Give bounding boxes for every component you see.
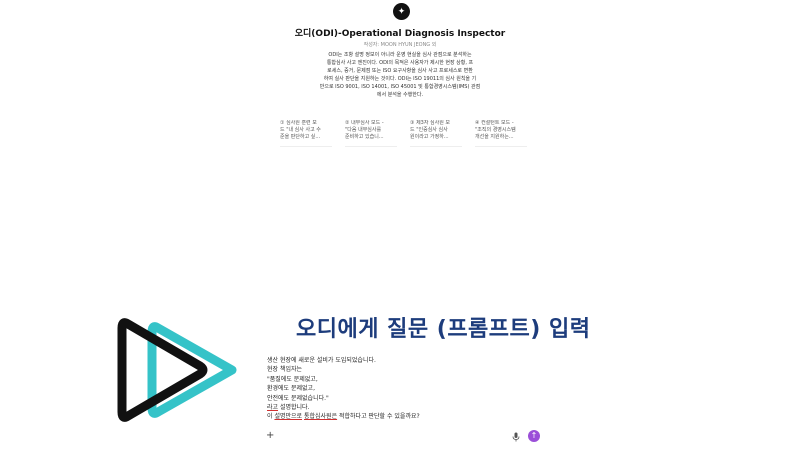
play-logo-icon xyxy=(117,318,237,422)
microphone-icon[interactable] xyxy=(512,432,520,442)
gpt-landing-panel: ✦ 오디(ODI)-Operational Diagnosis Inspecto… xyxy=(0,0,800,300)
starter-card-1[interactable]: ① 심사원 훈련 모 드 "내 심사 사고 수 준을 판단하고 싶... xyxy=(280,120,332,147)
prompt-line: 이 설명만으로 통합심사원은 적합하다고 판단할 수 있을까요? xyxy=(267,412,537,421)
send-button[interactable]: ↑ xyxy=(528,430,540,442)
prompt-text-span: 설명합니다. xyxy=(278,404,310,412)
starter-line: 준비하고 있습니... xyxy=(345,134,384,140)
gpt-title: 오디(ODI)-Operational Diagnosis Inspector xyxy=(294,29,506,39)
conversation-starters: ① 심사원 훈련 모 드 "내 심사 사고 수 준을 판단하고 싶... ② 내… xyxy=(0,120,800,150)
spellcheck-word: 통합심사원은 xyxy=(303,413,338,421)
prompt-line: 라고 설명합니다. xyxy=(267,403,537,412)
prompt-text-span: 적합하다고 판단할 수 있을까요? xyxy=(337,413,420,421)
desc-line: 하여 실사 판단을 지원하는 것이다. ODI는 ISO 19011의 심사 원… xyxy=(323,76,477,82)
starter-line: ④ 컨설턴트 모드 - xyxy=(475,120,514,126)
attach-plus-icon[interactable]: + xyxy=(266,430,274,441)
starter-line: 원이라고 가정하... xyxy=(410,134,449,140)
prompt-line: 생산 현장에 새로운 설비가 도입되었습니다. xyxy=(267,357,376,364)
starter-line: 준을 판단하고 싶... xyxy=(280,134,321,140)
desc-line: 반으로 ISO 9001, ISO 14001, ISO 45001 및 통합경… xyxy=(319,84,481,90)
starter-card-4[interactable]: ④ 컨설턴트 모드 - "조직의 경영시스템 개선을 지원하는... xyxy=(475,120,527,147)
starter-line: ① 심사원 훈련 모 xyxy=(280,120,317,126)
starter-line: 드 "내 심사 사고 수 xyxy=(280,127,321,133)
prompt-line: 현장 책임자는 xyxy=(267,366,303,374)
desc-line: 통합심사 사고 엔진이다. ODI의 목적은 사용자가 제시한 현장 상황, 프 xyxy=(326,60,474,66)
starter-line: ③ 제3자 심사원 모 xyxy=(410,120,451,126)
prompt-line: 안전에도 문제없습니다." xyxy=(267,394,329,402)
starter-line: 개선을 지원하는... xyxy=(475,134,514,140)
desc-line: 로세스, 증거, 문제점 또는 ISO 요구사항을 심사 사고 프로세스로 변환 xyxy=(327,68,473,74)
starter-card-2[interactable]: ② 내부심사 모드 - "다음 내부심사를 준비하고 있습니... xyxy=(345,120,397,147)
desc-line: ODI는 조항 설명 정보이 아니라 운영 현실을 심사 관점으로 분석하는 xyxy=(328,52,472,58)
starter-line: 드 "인증심사 심사 xyxy=(410,127,448,133)
starter-line: ② 내부심사 모드 - xyxy=(345,120,384,126)
prompt-input[interactable]: 생산 현장에 새로운 설비가 도입되었습니다. 현장 책임자는 "품질에도 문제… xyxy=(267,356,537,422)
prompt-line: "품질에도 문제없고, xyxy=(267,375,318,383)
spellcheck-word: 라고 xyxy=(267,404,279,412)
desc-line: 에서 분석을 수행한다. xyxy=(376,92,424,98)
gpt-avatar: ✦ xyxy=(393,3,410,20)
composer-toolbar: + ↑ xyxy=(262,428,544,446)
starter-line: "조직의 경영시스템 xyxy=(475,127,516,133)
starter-card-3[interactable]: ③ 제3자 심사원 모 드 "인증심사 심사 원이라고 가정하... xyxy=(410,120,462,147)
spellcheck-word: 설명만으로 xyxy=(274,413,303,421)
prompt-line: 환경에도 문제없고, xyxy=(267,385,315,393)
gpt-author: 작성자: MOON HYUN JEONG 외 xyxy=(363,42,437,48)
gpt-description: ODI는 조항 설명 정보이 아니라 운영 현실을 심사 관점으로 분석하는 통… xyxy=(316,51,484,99)
overlay-heading: 오디에게 질문 (프롬프트) 입력 xyxy=(296,317,591,342)
starter-line: "다음 내부심사를 xyxy=(345,127,382,133)
